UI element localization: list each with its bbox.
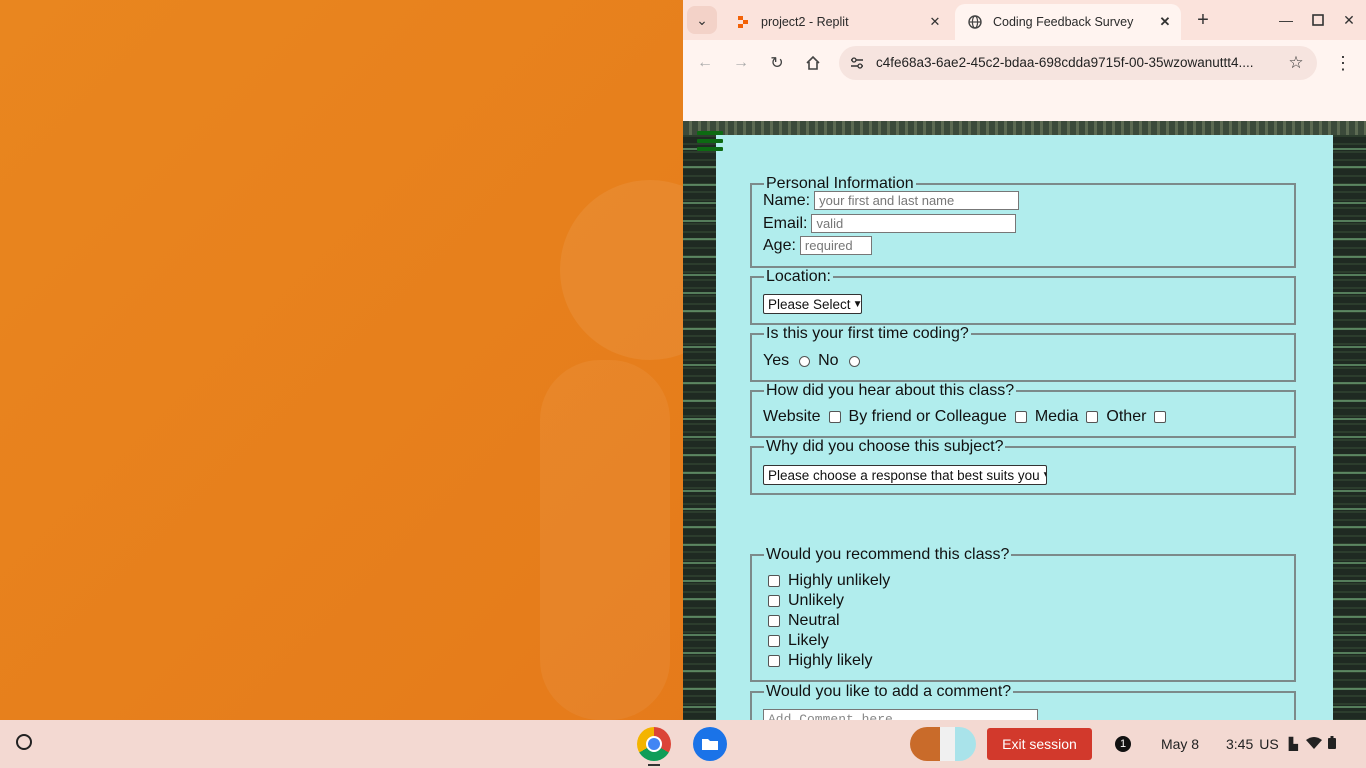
likely-checkbox[interactable] [768,635,780,647]
location-select[interactable]: Please Select ▼ [763,294,862,314]
browser-menu-icon[interactable]: ⋮ [1333,53,1353,73]
comment-legend: Would you like to add a comment? [766,683,1012,700]
first-time-legend: Is this your first time coding? [766,325,969,342]
chevron-down-icon: ⌄ [696,11,708,28]
close-icon[interactable]: ✕ [1155,12,1175,32]
exit-session-button[interactable]: Exit session [987,728,1092,760]
site-info-icon[interactable] [847,53,867,73]
wifi-icon [1305,736,1322,752]
notification-tray[interactable]: 1 [1103,728,1143,760]
tab-replit[interactable]: project2 - Replit ✕ [723,4,951,40]
back-arrow-icon[interactable]: ← [691,49,719,77]
minimize-icon[interactable]: — [1274,8,1298,32]
holding-space-icon[interactable] [910,727,976,761]
bookmark-star-icon[interactable]: ☆ [1285,52,1307,74]
launcher-icon[interactable] [14,732,34,752]
email-label: Email: [763,214,808,232]
media-checkbox[interactable] [1086,411,1099,423]
hear-legend: How did you hear about this class? [766,382,1015,399]
age-input[interactable]: required [799,236,872,255]
date-tray[interactable]: May 8 [1150,728,1210,760]
highly-likely-checkbox[interactable] [768,655,780,667]
address-bar[interactable]: c4fe68a3-6ae2-45c2-bdaa-698cdda9715f-00-… [839,46,1317,80]
browser-toolbar: ← → ↻ c4fe68a3-6ae2-45c2-bdaa-698cdda971… [683,40,1366,86]
neutral-checkbox[interactable] [768,615,780,627]
friend-checkbox[interactable] [1014,411,1027,423]
home-icon[interactable] [799,49,827,77]
code-background-right [1333,121,1366,720]
date-text: May 8 [1160,736,1200,752]
yes-radio[interactable] [799,355,811,367]
no-label: No [818,352,839,369]
highly-likely-label: Highly likely [788,652,873,669]
active-app-indicator [648,764,660,766]
name-placeholder: your first and last name [819,193,955,208]
tab-strip: ⌄ project2 - Replit ✕ Coding Feedback Su… [683,0,1366,40]
comment-placeholder: Add Comment here [768,712,893,720]
friend-label: By friend or Colleague [848,408,1007,425]
close-icon[interactable]: ✕ [925,12,945,32]
tab-title: project2 - Replit [761,15,849,29]
unlikely-label: Unlikely [788,592,845,609]
replit-icon [735,14,751,30]
browser-window: ⌄ project2 - Replit ✕ Coding Feedback Su… [683,0,1366,720]
location-select-value: Please Select [768,296,851,312]
close-window-icon[interactable]: ✕ [1337,8,1361,32]
page-viewport: Personal Information Name: your first an… [683,121,1366,720]
name-input[interactable]: your first and last name [814,191,1020,210]
tab-title: Coding Feedback Survey [993,15,1134,29]
forward-arrow-icon[interactable]: → [727,49,755,77]
neutral-label: Neutral [788,612,840,629]
code-background-left [683,121,716,720]
time-text: 3:45 [1226,736,1254,752]
recommend-legend: Would you recommend this class? [766,546,1010,563]
notification-count: 1 [1115,736,1131,752]
tab-search-button[interactable]: ⌄ [687,6,717,34]
survey-panel: Personal Information Name: your first an… [716,135,1333,720]
website-label: Website [763,408,821,425]
hamburger-menu-icon[interactable] [697,131,723,155]
no-radio[interactable] [848,355,860,367]
other-label: Other [1106,408,1147,425]
globe-icon [967,14,983,30]
locale-text: US [1259,736,1279,752]
chrome-icon[interactable] [637,727,671,761]
name-label: Name: [763,191,811,209]
age-placeholder: required [804,238,853,253]
yes-label: Yes [763,352,790,369]
url-text: c4fe68a3-6ae2-45c2-bdaa-698cdda9715f-00-… [876,55,1254,70]
battery-icon [1327,736,1336,752]
exit-session-label: Exit session [1002,736,1077,752]
reload-icon[interactable]: ↻ [763,49,791,77]
comment-textarea[interactable]: Add Comment here [763,709,1038,720]
why-select[interactable]: Please choose a response that best suits… [763,465,1047,485]
website-checkbox[interactable] [828,411,841,423]
likely-label: Likely [788,632,829,649]
files-app-icon[interactable] [693,727,727,761]
tab-survey[interactable]: Coding Feedback Survey ✕ [955,4,1181,40]
chevron-down-icon: ▼ [1042,470,1046,481]
why-select-value: Please choose a response that best suits… [768,467,1040,483]
chevron-down-icon: ▼ [852,298,862,310]
maximize-icon[interactable] [1306,8,1330,32]
code-background-top [683,121,1366,135]
email-placeholder: valid [816,216,844,231]
age-label: Age: [763,236,796,254]
email-input[interactable]: valid [811,214,1017,233]
highly-unlikely-label: Highly unlikely [788,572,891,589]
why-legend: Why did you choose this subject? [766,438,1004,455]
other-checkbox[interactable] [1154,411,1167,423]
highly-unlikely-checkbox[interactable] [768,575,780,587]
status-area[interactable]: 3:45 US ▙ [1218,728,1366,760]
location-legend: Location: [766,268,831,285]
unlikely-checkbox[interactable] [768,595,780,607]
media-label: Media [1034,408,1079,425]
building-icon: ▙ [1288,737,1298,751]
new-tab-icon[interactable]: + [1191,8,1215,32]
taskbar: Exit session 1 May 8 3:45 US ▙ [0,720,1366,768]
